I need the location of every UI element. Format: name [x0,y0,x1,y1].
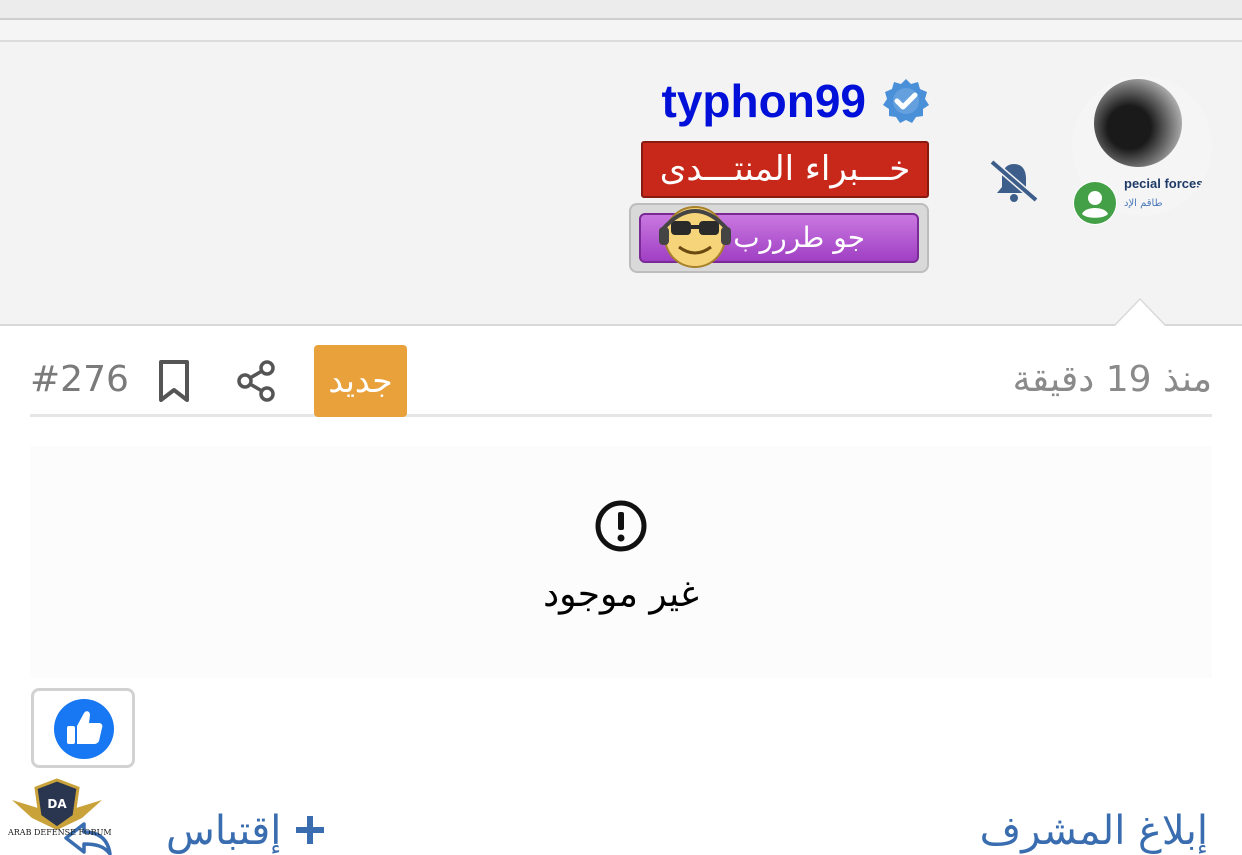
user-banner: جو طرررب [629,203,929,273]
top-bar [0,0,1242,42]
post-meta-row: منذ 19 دقيقة جديد #276 [30,345,1212,417]
avatar-photo [1094,79,1182,167]
user-header [0,42,1242,326]
bookmark-icon[interactable] [156,359,192,403]
post-number[interactable]: #276 [30,359,129,400]
avatar-caption: pecial forces [1124,176,1204,191]
post-content: غير موجود [30,446,1212,678]
bell-off-icon[interactable] [988,158,1040,204]
forum-logo-text: ARAB DEFENSE FORUM [8,828,112,837]
post-timestamp[interactable]: منذ 19 دقيقة [1013,359,1212,400]
quote-link[interactable]: إقتباس [166,808,281,854]
avatar-subcaption: طاقم الإد [1124,198,1163,209]
username-row: typhon99 [662,74,930,128]
like-button[interactable] [31,688,135,768]
share-icon[interactable] [235,359,279,403]
alert-circle-icon [595,500,647,552]
new-badge: جديد [314,345,407,417]
sunglasses-smiley-icon [659,206,731,268]
plus-icon[interactable] [294,814,326,846]
online-status-icon [1073,181,1117,225]
username[interactable]: typhon99 [662,74,866,128]
verified-icon [883,79,929,123]
not-found-message: غير موجود [543,574,699,615]
forum-logo: DA ARAB DEFENSE FORUM [8,778,112,855]
page: pecial forces طاقم الإد typhon99 خـــبرا… [0,0,1242,855]
thumbs-up-icon [54,699,114,759]
svg-text:DA: DA [47,797,67,811]
report-moderator-link[interactable]: إبلاغ المشرف [980,808,1208,854]
user-rank-badge: خـــبراء المنتـــدى [641,141,929,198]
header-pointer [1113,298,1167,326]
